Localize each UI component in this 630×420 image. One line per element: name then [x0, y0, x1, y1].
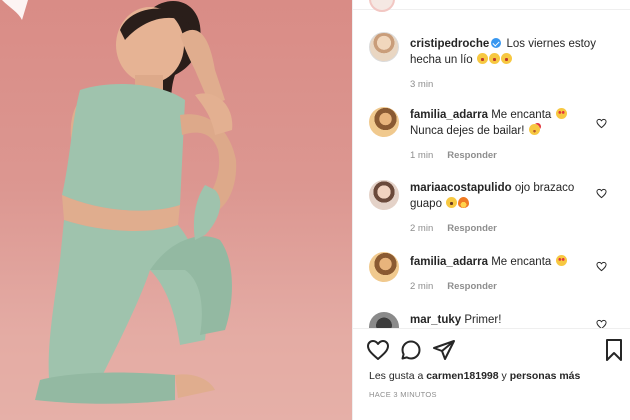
heart-eyes-emoji-icon [555, 108, 567, 119]
laughing-emoji-icon [476, 53, 488, 64]
author-username[interactable]: cristipedroche [410, 38, 489, 50]
comments-panel: cristipedroche Los viernes estoy hecha u… [352, 0, 630, 420]
header-strip [353, 0, 630, 12]
comment-meta: 2 min Responder [410, 281, 497, 292]
likes-middle: y [501, 370, 507, 382]
caption-text: cristipedroche Los viernes estoy hecha u… [410, 36, 616, 68]
commenter-username[interactable]: mariaacostapulido [410, 182, 512, 194]
laughing-emoji-icon [488, 53, 500, 64]
commenter-username[interactable]: familia_adarra [410, 109, 488, 121]
reply-button[interactable]: Responder [447, 281, 497, 292]
comment-bubble-icon[interactable] [399, 338, 423, 362]
comment-body-line2: guapo [410, 198, 442, 210]
post-timestamp: HACE 3 MINUTOS [369, 390, 437, 399]
likes-others-link[interactable]: personas más [510, 370, 581, 382]
commenter-avatar[interactable] [369, 312, 399, 328]
comment-body: Me encanta [491, 256, 552, 268]
comment-body-line2: Nunca dejes de bailar! [410, 125, 525, 137]
actions-divider [353, 328, 630, 329]
comment-like-heart-icon[interactable] [596, 118, 607, 129]
post-photo[interactable] [0, 0, 352, 420]
comment-like-heart-icon[interactable] [596, 261, 607, 272]
comment-meta: 1 min Responder [410, 150, 497, 161]
photo-illustration [0, 1, 352, 420]
action-bar [366, 338, 626, 364]
comment-like-heart-icon[interactable] [596, 188, 607, 199]
instagram-post: cristipedroche Los viernes estoy hecha u… [0, 0, 630, 420]
watermark-shape [2, 0, 28, 20]
screaming-emoji-icon [446, 197, 458, 208]
caption-time: 3 min [410, 79, 433, 90]
comment-body: ojo brazaco [514, 182, 575, 194]
reply-button[interactable]: Responder [447, 223, 497, 234]
likes-summary: Les gusta a carmen181998 y personas más [369, 370, 580, 382]
comments-list[interactable]: familia_adarra Me encanta Nunca dejes de… [353, 100, 630, 328]
author-avatar[interactable] [369, 32, 399, 62]
comment-meta: 2 min Responder [410, 223, 497, 234]
comment-body: Primer! [464, 314, 502, 326]
heart-outline-icon[interactable] [366, 338, 390, 362]
commenter-avatar[interactable] [369, 107, 399, 137]
commenter-username[interactable]: mar_tuky [410, 314, 461, 326]
paper-plane-icon[interactable] [432, 338, 456, 362]
comment-text: familia_adarra Me encanta Nunca dejes de… [410, 107, 600, 139]
heart-eyes-emoji-icon [555, 255, 567, 266]
comment-text: mariaacostapulido ojo brazaco guapo [410, 180, 600, 212]
comment-time: 1 min [410, 150, 434, 161]
comment-like-heart-icon[interactable] [596, 319, 607, 328]
comment-time: 2 min [410, 223, 434, 234]
fire-emoji-icon [458, 197, 470, 208]
comment-text: familia_adarra Me encanta [410, 254, 600, 270]
reply-button[interactable]: Responder [447, 150, 497, 161]
verified-badge-icon [491, 38, 502, 48]
liker-username[interactable]: carmen181998 [426, 370, 498, 382]
laughing-emoji-icon [500, 53, 512, 64]
comment-text: mar_tuky Primer! [410, 312, 600, 328]
commenter-username[interactable]: familia_adarra [410, 256, 488, 268]
comment-time: 2 min [410, 281, 434, 292]
commenter-avatar[interactable] [369, 180, 399, 210]
bookmark-icon[interactable] [602, 338, 626, 362]
commenter-avatar[interactable] [369, 252, 399, 282]
header-avatar[interactable] [369, 0, 395, 12]
smiling-hearts-emoji-icon [528, 124, 540, 135]
caption-timestamp: 3 min [410, 79, 434, 90]
comment-body: Me encanta [491, 109, 552, 121]
likes-prefix: Les gusta a [369, 370, 424, 382]
